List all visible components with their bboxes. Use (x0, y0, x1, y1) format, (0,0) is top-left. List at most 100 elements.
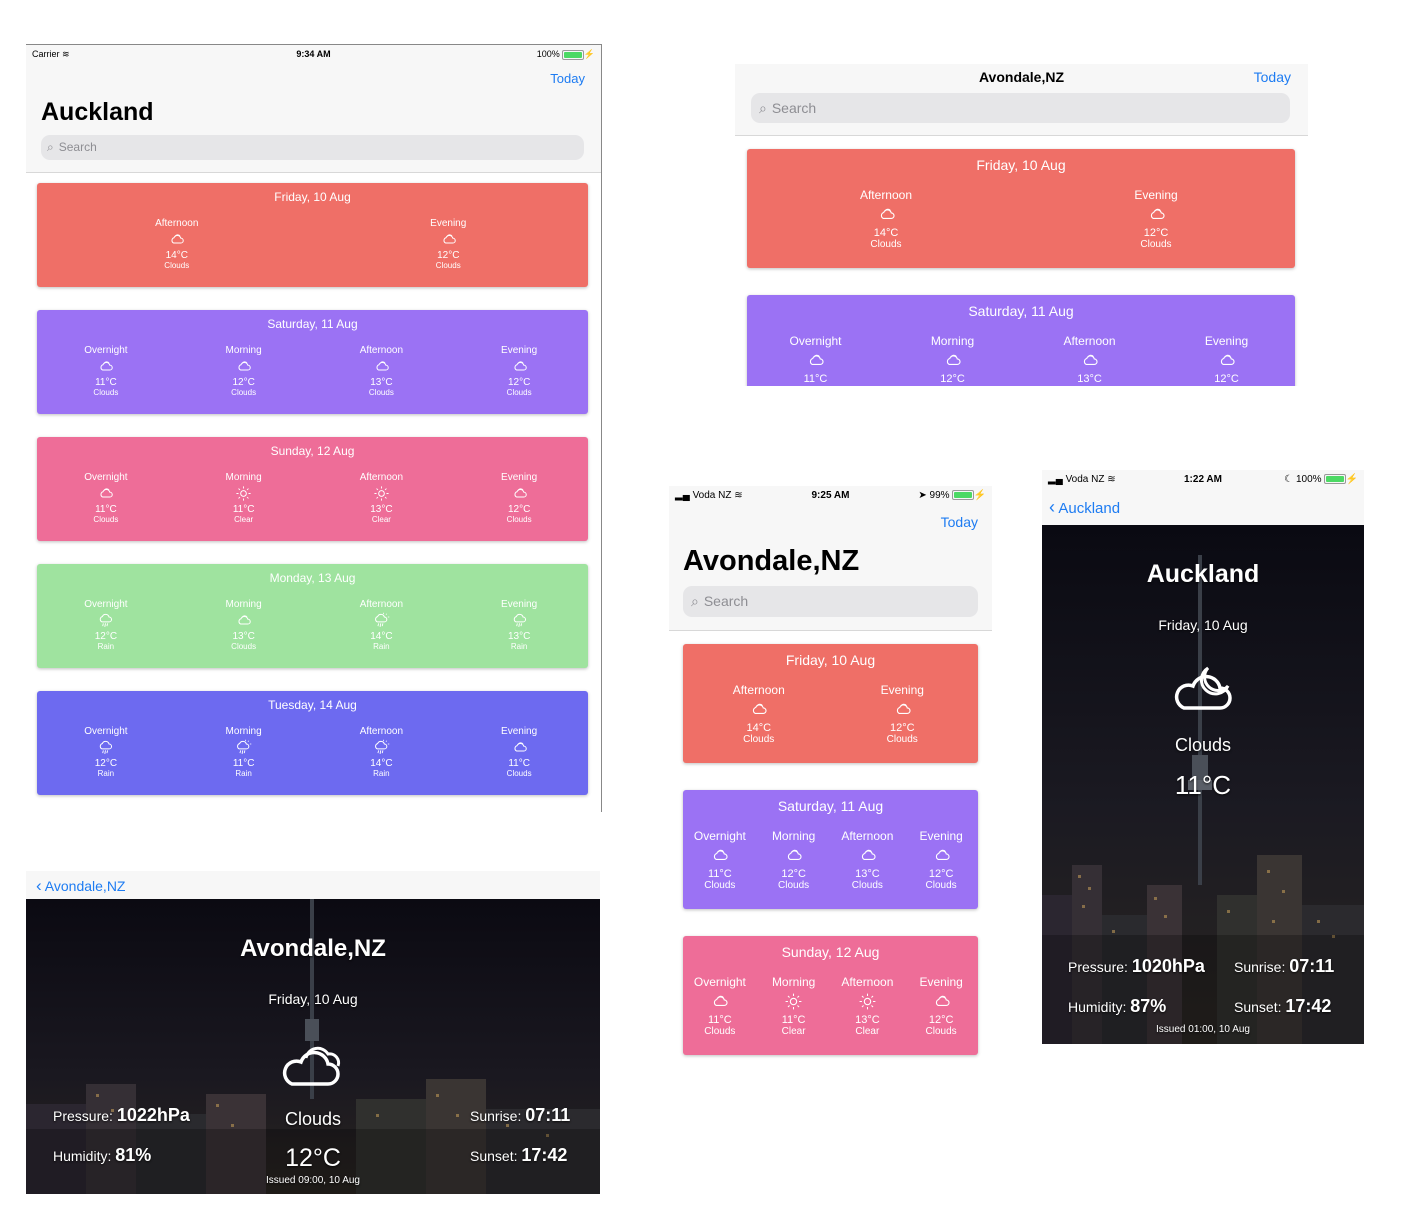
forecast-card[interactable]: Friday, 10 Aug Afternoon 14°C Clouds Evening… (37, 183, 588, 287)
forecast-list: Friday, 10 Aug Afternoon 14°C Clouds Evening… (669, 631, 992, 1065)
forecast-card[interactable]: Monday, 13 Aug Overnight 12°C Rain Morning 13… (37, 564, 588, 668)
forecast-card[interactable]: Sunday, 12 Aug Overnight 11°C Clouds Morning… (37, 437, 588, 541)
forecast-period: Afternoon 14°C Rain (313, 726, 451, 778)
forecast-period: Afternoon 13°C (1021, 334, 1158, 385)
period-name: Evening (919, 975, 963, 989)
forecast-period: Afternoon 14°C Clouds (687, 683, 831, 745)
period-temperature: 13°C (507, 631, 531, 642)
location-icon: ➤ (918, 490, 927, 501)
period-row: Overnight 11°C Clouds Morning 12°C Clouds Afte… (683, 829, 978, 891)
back-button[interactable]: ‹ Avondale,NZ (36, 876, 125, 896)
forecast-period: Evening 12°C Clouds (904, 829, 978, 891)
sunset-stat: Sunset: 17:42 (1234, 996, 1332, 1016)
card-date: Friday, 10 Aug (976, 157, 1066, 173)
forecast-card[interactable]: Tuesday, 14 Aug Overnight 12°C Rain Morning 1… (37, 691, 588, 795)
period-name: Afternoon (732, 683, 785, 697)
period-name: Overnight (84, 726, 128, 737)
forecast-period: Morning 12°C Clouds (757, 829, 831, 891)
weather-detail: Avondale,NZ Friday, 10 Aug Clouds 12°C I… (26, 899, 600, 1194)
card-date: Friday, 10 Aug (274, 190, 351, 204)
forecast-period: Overnight 11°C Clouds (683, 975, 757, 1037)
search-placeholder: Search (771, 100, 817, 116)
search-icon: ⌕ (759, 100, 767, 116)
forecast-period: Overnight 11°C Clouds (37, 345, 175, 397)
pressure-stat: Pressure: 1022hPa (53, 1105, 190, 1125)
period-condition: Clouds (778, 880, 810, 891)
sun-icon (374, 486, 389, 501)
card-date: Saturday, 11 Aug (777, 798, 884, 814)
partly-cloudy-night-icon (1174, 666, 1232, 710)
period-name: Afternoon (359, 472, 404, 483)
search-input[interactable]: ⌕ Search (683, 586, 978, 617)
forecast-card[interactable]: Friday, 10 Aug Afternoon 14°C Clouds Evening… (747, 149, 1295, 268)
period-temperature: 13°C (232, 631, 255, 642)
period-temperature: 11°C (781, 1014, 806, 1026)
period-temperature: 14°C (370, 631, 393, 642)
forecast-card[interactable]: Saturday, 11 Aug Overnight 11°C Clouds Morni… (683, 790, 978, 909)
sun-icon (785, 993, 802, 1010)
forecast-card[interactable]: Sunday, 12 Aug Overnight 11°C Clouds Morning… (683, 936, 978, 1055)
clouds-icon (1083, 354, 1098, 366)
forecast-period: Evening 11°C Clouds (450, 726, 588, 778)
period-row: Overnight 12°C Rain Morning 11°C Rain Afternoo… (37, 726, 588, 778)
screen-avondale-detail: ‹ Avondale,NZ Avondale,NZ Friday, 10 Aug… (26, 871, 600, 1194)
period-row: Overnight 11°C Clouds Morning 11°C Clear After… (683, 975, 978, 1037)
period-name: Overnight (693, 975, 746, 989)
forecast-card[interactable]: Friday, 10 Aug Afternoon 14°C Clouds Evening… (683, 644, 978, 763)
battery-indicator: ☾ 100% ⚡ (1284, 474, 1358, 485)
period-temperature: 14°C (873, 227, 899, 239)
period-name: Overnight (84, 599, 128, 610)
period-name: Afternoon (359, 726, 404, 737)
period-row: Overnight 11°C Morning 12°C Afternoon 13°C Eve… (747, 334, 1295, 385)
search-input[interactable]: ⌕ Search (41, 135, 584, 160)
period-name: Afternoon (841, 975, 894, 989)
period-temperature: 11°C (707, 1014, 732, 1026)
sun-rain-icon (374, 739, 390, 754)
forecast-card[interactable]: Saturday, 11 Aug Overnight 11°C Clouds Morni… (37, 310, 588, 414)
clouds-icon (100, 361, 114, 371)
battery-icon (561, 49, 584, 60)
condition-label: Clouds (1174, 735, 1232, 755)
forecast-card[interactable]: Saturday, 11 Aug Overnight 11°C Morning 12°C… (747, 295, 1295, 386)
weather-detail: Auckland Friday, 10 Aug Clouds 11°C Pres… (1042, 525, 1364, 1044)
today-button[interactable]: Today (550, 71, 585, 86)
period-temperature: 12°C (1214, 373, 1239, 385)
period-condition: Rain (235, 769, 252, 778)
period-name: Afternoon (841, 829, 894, 843)
status-time: 9:34 AM (296, 49, 331, 59)
clouds-icon (514, 361, 527, 371)
period-condition: Rain (373, 769, 390, 778)
clouds-icon (282, 1046, 341, 1086)
forecast-period: Afternoon 13°C Clouds (313, 345, 451, 397)
forecast-period: Evening 12°C (1158, 334, 1295, 385)
chevron-left-icon: ‹ (1049, 497, 1055, 517)
period-name: Afternoon (859, 188, 913, 202)
period-condition: Clouds (93, 515, 119, 524)
forecast-period: Afternoon 14°C Rain (313, 599, 451, 651)
period-temperature: 14°C (370, 758, 393, 769)
period-temperature: 11°C (95, 504, 117, 515)
period-condition: Clouds (506, 515, 532, 524)
battery-icon (1323, 474, 1346, 485)
card-date: Sunday, 12 Aug (270, 444, 355, 458)
back-button[interactable]: ‹ Auckland (1049, 497, 1120, 518)
period-row: Overnight 12°C Rain Morning 13°C Clouds Aftern… (37, 599, 588, 651)
period-name: Evening (919, 829, 963, 843)
period-temperature: 13°C (1077, 373, 1102, 385)
forecast-period: Afternoon 13°C Clear (831, 975, 905, 1037)
city-name: Auckland (1146, 560, 1260, 588)
clouds-icon (946, 354, 961, 366)
today-button[interactable]: Today (941, 514, 978, 530)
search-input[interactable]: ⌕ Search (751, 93, 1290, 123)
rain-icon (513, 613, 526, 627)
today-button[interactable]: Today (1254, 69, 1291, 85)
forecast-period: Morning 13°C Clouds (175, 599, 313, 651)
period-temperature: 13°C (370, 504, 393, 515)
period-name: Overnight (693, 829, 746, 843)
clouds-icon (753, 703, 767, 715)
forecast-period: Afternoon 14°C Clouds (41, 218, 313, 270)
period-condition: Clear (234, 515, 254, 524)
card-date: Saturday, 11 Aug (267, 317, 358, 331)
search-placeholder: Search (58, 140, 97, 154)
forecast-period: Evening 12°C Clouds (450, 345, 588, 397)
